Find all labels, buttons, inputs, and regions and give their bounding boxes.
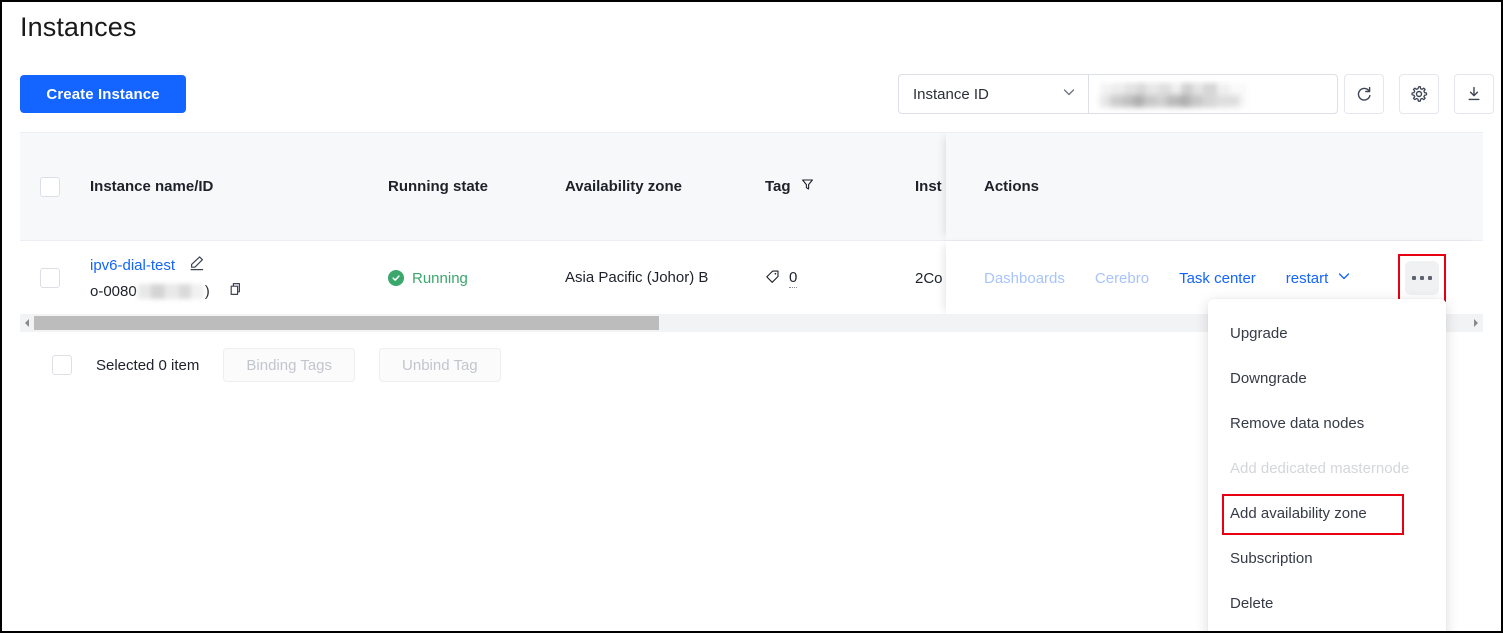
refresh-icon xyxy=(1355,85,1373,103)
menu-item-upgrade[interactable]: Upgrade xyxy=(1208,311,1446,356)
scroll-left-arrow[interactable] xyxy=(20,318,34,328)
export-button[interactable] xyxy=(1454,74,1494,114)
instance-id-prefix: o-0080 xyxy=(90,282,137,300)
more-actions-button[interactable] xyxy=(1405,261,1439,295)
search-filter-group: Instance ID xyxy=(898,74,1338,114)
column-header-name: Instance name/ID xyxy=(90,178,214,195)
instance-name-cell: ipv6-dial-test o-0080) xyxy=(90,241,390,314)
select-all-cell xyxy=(40,133,80,240)
menu-item-add-availability-zone[interactable]: Add availability zone xyxy=(1208,491,1446,536)
dot-icon xyxy=(1412,276,1416,280)
column-header-zone: Availability zone xyxy=(565,178,682,195)
running-state-cell: Running xyxy=(388,241,558,314)
dot-icon xyxy=(1428,276,1432,280)
binding-tags-button[interactable]: Binding Tags xyxy=(223,348,356,382)
column-header-state: Running state xyxy=(388,178,488,195)
edit-icon[interactable] xyxy=(189,255,205,275)
instances-table: Instance name/ID Running state Availabil… xyxy=(20,132,1483,314)
tag-icon xyxy=(765,269,780,288)
filter-icon[interactable] xyxy=(801,178,814,195)
availability-zone-cell: Asia Pacific (Johor) B xyxy=(565,241,765,314)
scrollbar-thumb[interactable] xyxy=(34,316,659,330)
action-task-center[interactable]: Task center xyxy=(1179,270,1256,287)
menu-item-delete[interactable]: Delete xyxy=(1208,581,1446,626)
column-header-tag: Tag xyxy=(765,133,915,240)
column-header-actions: Actions xyxy=(984,178,1040,195)
success-check-icon xyxy=(388,270,404,286)
redacted-instance-id xyxy=(137,283,204,299)
menu-item-downgrade[interactable]: Downgrade xyxy=(1208,356,1446,401)
create-instance-button[interactable]: Create Instance xyxy=(20,75,186,113)
action-restart[interactable]: restart xyxy=(1286,269,1352,287)
footer-select-all-checkbox[interactable] xyxy=(52,355,72,375)
instance-name-link[interactable]: ipv6-dial-test xyxy=(90,257,175,274)
settings-button[interactable] xyxy=(1399,74,1439,114)
filter-field-label: Instance ID xyxy=(913,85,989,103)
dot-icon xyxy=(1420,276,1424,280)
download-icon xyxy=(1465,85,1483,103)
row-select-cell xyxy=(40,241,80,314)
tag-cell: 0 xyxy=(765,241,915,314)
column-header-tag-label: Tag xyxy=(765,178,791,195)
instance-id-suffix: ) xyxy=(204,282,210,300)
running-state-label: Running xyxy=(412,269,468,287)
select-all-checkbox[interactable] xyxy=(40,176,60,197)
copy-icon[interactable] xyxy=(226,281,242,301)
selected-count-label: Selected 0 item xyxy=(96,356,200,374)
menu-item-remove-data-nodes[interactable]: Remove data nodes xyxy=(1208,401,1446,446)
redacted-search-value xyxy=(1100,83,1248,107)
chevron-down-icon xyxy=(1062,85,1076,104)
gear-icon xyxy=(1410,85,1428,103)
availability-zone-value: Asia Pacific (Johor) B xyxy=(565,268,709,286)
row-checkbox[interactable] xyxy=(40,268,60,288)
unbind-tag-button[interactable]: Unbind Tag xyxy=(379,348,501,382)
page-title: Instances xyxy=(20,12,137,42)
more-actions-menu: Upgrade Downgrade Remove data nodes Add … xyxy=(1208,299,1446,631)
search-input[interactable] xyxy=(1088,74,1338,114)
instances-page: Instances Create Instance Instance ID In… xyxy=(0,0,1503,633)
actions-column-header: Actions xyxy=(946,133,1483,240)
menu-item-subscription[interactable]: Subscription xyxy=(1208,536,1446,581)
scroll-right-arrow[interactable] xyxy=(1469,318,1483,328)
refresh-button[interactable] xyxy=(1344,74,1384,114)
filter-field-select[interactable]: Instance ID xyxy=(898,74,1088,114)
action-restart-label: restart xyxy=(1285,269,1329,287)
instance-id: o-0080) xyxy=(90,283,210,300)
tag-count[interactable]: 0 xyxy=(789,269,798,288)
action-cerebro[interactable]: Cerebro xyxy=(1095,270,1149,287)
instance-spec-value: 2Co xyxy=(915,269,943,287)
table-header-row: Instance name/ID Running state Availabil… xyxy=(20,133,1483,241)
chevron-down-icon xyxy=(1337,269,1351,287)
action-dashboards[interactable]: Dashboards xyxy=(984,270,1065,287)
menu-item-add-dedicated-masternode: Add dedicated masternode xyxy=(1230,460,1410,477)
